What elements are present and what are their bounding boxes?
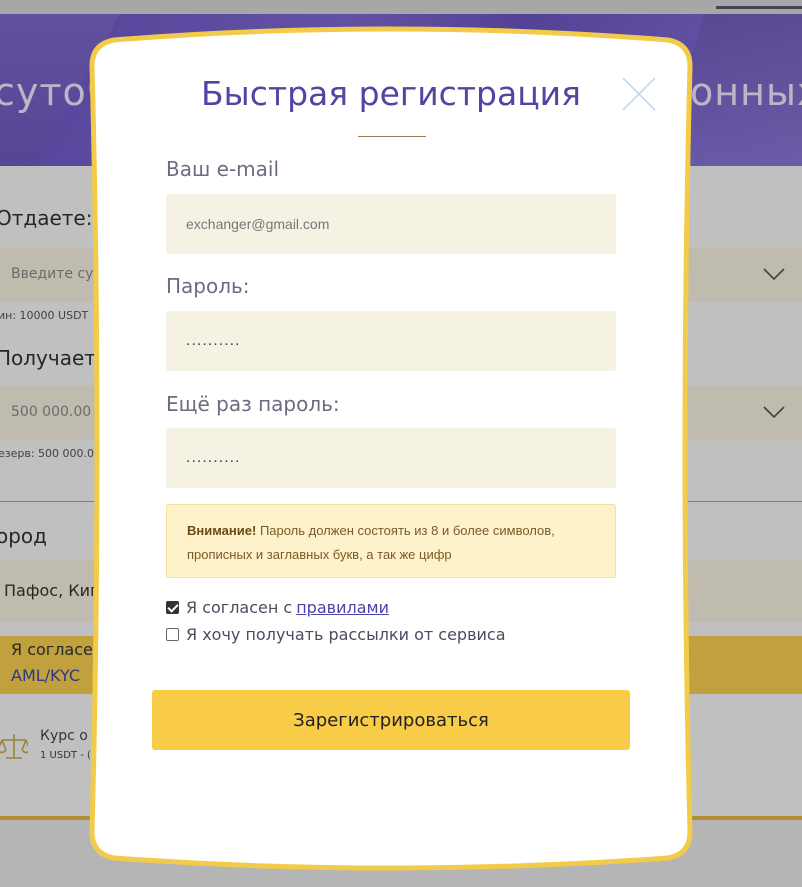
password-field[interactable] bbox=[166, 311, 616, 371]
title-underline bbox=[358, 136, 426, 137]
registration-modal: Быстрая регистрация Ваш e-mail Пароль: Е… bbox=[90, 30, 692, 868]
newsletter-label: Я хочу получать рассылки от сервиса bbox=[186, 624, 506, 644]
password-warning: Внимание! Пароль должен состоять из 8 и … bbox=[166, 504, 616, 578]
password-label: Пароль: bbox=[166, 274, 250, 298]
agree-rules-row: Я согласен с правилами bbox=[166, 596, 389, 618]
agree-rules-checkbox[interactable] bbox=[166, 600, 179, 614]
modal-title: Быстрая регистрация bbox=[201, 74, 581, 113]
register-button[interactable]: Зарегистрироваться bbox=[152, 690, 630, 750]
close-icon[interactable] bbox=[622, 77, 656, 111]
warning-strong: Внимание! bbox=[187, 523, 257, 538]
agree-rules-label: Я согласен с bbox=[186, 597, 293, 617]
email-label: Ваш e-mail bbox=[166, 157, 280, 181]
password-repeat-field[interactable] bbox=[166, 428, 616, 488]
password-repeat-label: Ещё раз пароль: bbox=[166, 392, 340, 416]
rules-link[interactable]: правилами bbox=[296, 598, 389, 617]
email-field[interactable] bbox=[166, 194, 616, 254]
newsletter-row: Я хочу получать рассылки от сервиса bbox=[166, 623, 506, 645]
newsletter-checkbox[interactable] bbox=[166, 627, 179, 641]
